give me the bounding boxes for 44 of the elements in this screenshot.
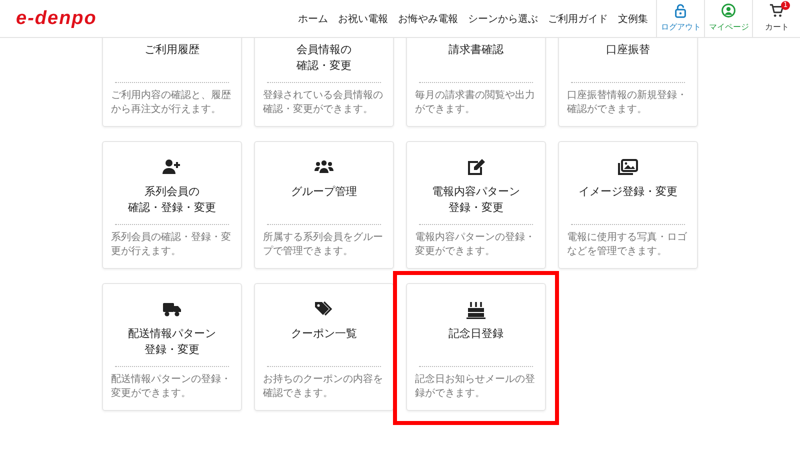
lock-icon [673,3,688,18]
card-title: 電報内容パターン [431,184,521,200]
menu-card[interactable]: 配送情報パターン 登録・変更 配送情報パターンの登録・変更ができます。 [102,283,242,411]
nav-link[interactable]: お祝い電報 [338,12,388,26]
menu-card[interactable]: 記念日登録 記念日お知らせメールの登録ができます。 [406,283,546,411]
card-title: 配送情報パターン [127,326,217,342]
card-title: 確認・変更 [296,58,352,74]
card-description: お持ちのクーポンの内容を確認できます。 [263,373,384,401]
card-title: クーポン一覧 [290,326,358,342]
card-description: 記念日お知らせメールの登録ができます。 [415,373,536,401]
card-title: 登録・変更 [448,200,504,216]
card-title: 登録・変更 [144,342,200,358]
card-description: 系列会員の確認・登録・変更が行えます。 [111,231,232,259]
card-title: グループ管理 [290,184,358,200]
menu-card[interactable]: イメージ登録・変更 電報に使用する写真・ロゴなどを管理できます。 [558,141,698,269]
card-title: 会員情報の [296,42,352,58]
card-description: ご利用内容の確認と、履歴から再注文が行えます。 [111,89,232,117]
nav-link[interactable]: シーンから選ぶ [468,12,538,26]
card-description: 口座振替情報の新規登録・確認ができます。 [567,89,688,117]
card-title: ご利用履歴 [144,42,200,58]
card-title: 口座振替 [605,42,651,58]
menu-card[interactable]: クーポン一覧 お持ちのクーポンの内容を確認できます。 [254,283,394,411]
menu-card[interactable]: 系列会員の 確認・登録・変更 系列会員の確認・登録・変更が行えます。 [102,141,242,269]
user-icon [721,3,736,18]
card-description: 登録されている会員情報の確認・変更ができます。 [263,89,384,117]
card-title: 系列会員の [144,184,200,200]
menu-card[interactable]: グループ管理 所属する系列会員をグループで管理できます。 [254,141,394,269]
card-description: 所属する系列会員をグループで管理できます。 [263,231,384,259]
card-title: 確認・登録・変更 [127,200,217,216]
card-description: 毎月の請求書の閲覧や出力ができます。 [415,89,536,117]
images-icon [618,158,638,178]
nav-link[interactable]: 文例集 [618,12,648,26]
card-description: 電報内容パターンの登録・変更ができます。 [415,231,536,259]
menu-card[interactable]: 電報内容パターン 登録・変更 電報内容パターンの登録・変更ができます。 [406,141,546,269]
cart-icon [769,3,784,18]
card-title: 請求書確認 [448,42,504,58]
card-title: 記念日登録 [448,326,504,342]
card-description: 電報に使用する写真・ロゴなどを管理できます。 [567,231,688,259]
nav-link[interactable]: ホーム [298,12,328,26]
card-title: イメージ登録・変更 [578,184,678,200]
logo[interactable]: e-denpo [16,8,97,30]
pencil-square-icon [466,158,486,178]
card-description: 配送情報パターンの登録・変更ができます。 [111,373,232,401]
birthday-cake-icon [466,300,486,320]
